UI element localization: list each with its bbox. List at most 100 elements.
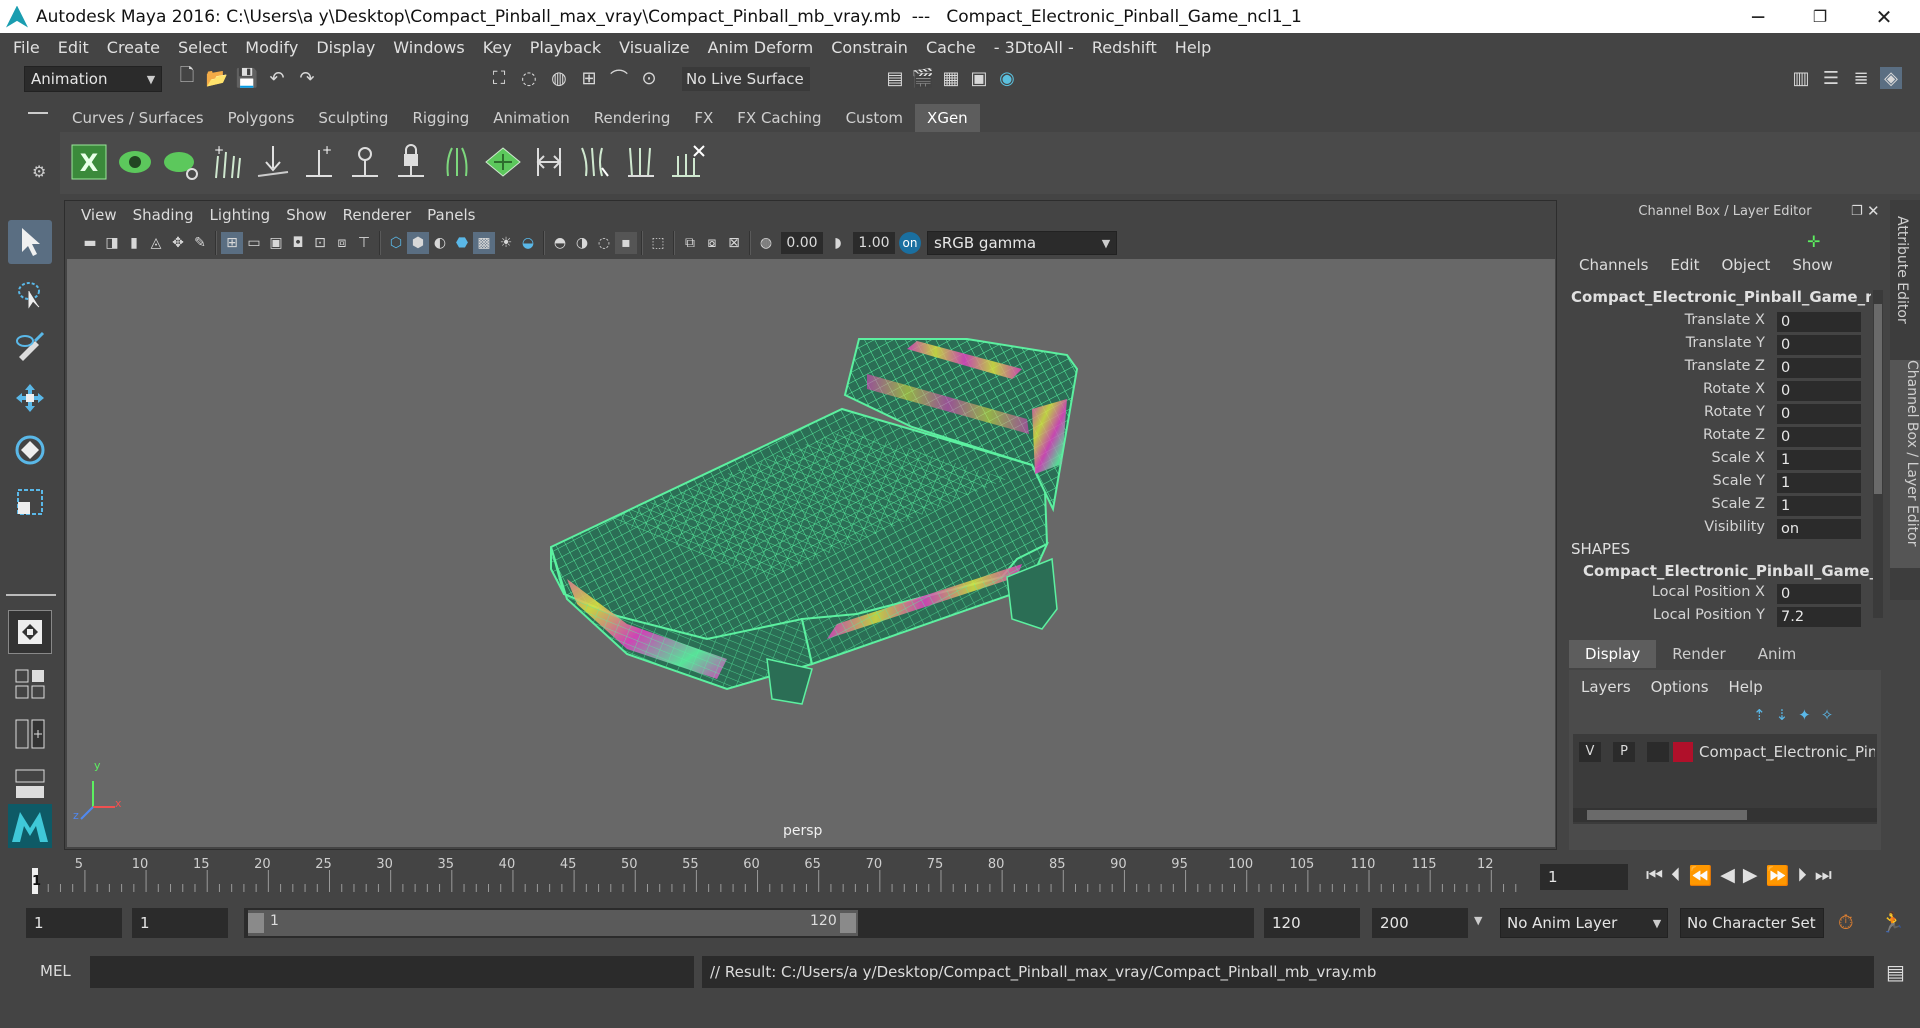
shape-node-name[interactable]: Compact_Electronic_Pinball_Game_n...: [1583, 562, 1873, 580]
menu-cache[interactable]: Cache: [917, 38, 985, 57]
gamma-icon[interactable]: ◗: [827, 232, 849, 254]
attr-value[interactable]: on: [1777, 519, 1861, 539]
attr-row[interactable]: Local Position X 0: [1565, 584, 1875, 606]
current-frame-field[interactable]: 1: [1540, 864, 1628, 890]
xray-icon[interactable]: ▩: [473, 232, 495, 254]
play-backwards-icon[interactable]: ◀: [1720, 864, 1735, 887]
layer-playback-toggle[interactable]: P: [1613, 742, 1635, 762]
script-language-toggle[interactable]: MEL: [40, 962, 71, 980]
paint-select-tool-icon[interactable]: [8, 324, 52, 368]
attr-row[interactable]: Scale X 1: [1565, 450, 1875, 472]
layer-display-type-toggle[interactable]: [1647, 742, 1669, 762]
render-view-icon[interactable]: ▣: [968, 67, 990, 89]
playback-end-field[interactable]: 120: [1264, 908, 1360, 938]
step-forward-key-icon[interactable]: ⏩: [1766, 864, 1790, 887]
attr-row[interactable]: Translate Y 0: [1565, 335, 1875, 357]
use-all-lights-icon[interactable]: ☀: [495, 232, 517, 254]
xgen-place-guide-icon[interactable]: [254, 142, 292, 182]
play-forwards-icon[interactable]: ▶: [1743, 864, 1758, 887]
menu-anim-deform[interactable]: Anim Deform: [699, 38, 823, 57]
move-layer-up-icon[interactable]: ⇡: [1753, 706, 1766, 724]
attr-row[interactable]: Rotate Y 0: [1565, 404, 1875, 426]
shelf-tab-rendering[interactable]: Rendering: [582, 104, 683, 132]
undo-icon[interactable]: ↶: [266, 67, 288, 89]
attr-value[interactable]: 0: [1777, 312, 1861, 332]
shelf-tab-fx-caching[interactable]: FX Caching: [725, 104, 833, 132]
range-slider-track[interactable]: 1 120: [244, 908, 1254, 938]
attr-value[interactable]: 0: [1777, 381, 1861, 401]
menu-3dtoall[interactable]: - 3DtoAll -: [985, 38, 1083, 57]
shelf-menu-icon[interactable]: [28, 112, 48, 114]
shelf-tab-animation[interactable]: Animation: [481, 104, 581, 132]
range-slider-handle[interactable]: 1 120: [248, 910, 858, 936]
two-d-pan-icon[interactable]: ✥: [167, 232, 189, 254]
menu-create[interactable]: Create: [98, 38, 169, 57]
step-back-frame-icon[interactable]: ⏴: [1671, 864, 1681, 887]
menu-file[interactable]: File: [4, 38, 49, 57]
end-options-chevron-icon[interactable]: ▼: [1474, 914, 1482, 927]
range-end-grip[interactable]: [840, 913, 856, 933]
auto-key-icon[interactable]: ⏱: [1838, 910, 1854, 934]
attr-value[interactable]: 7.2: [1777, 607, 1861, 627]
field-chart-icon[interactable]: ⊡: [309, 232, 331, 254]
menu-key[interactable]: Key: [474, 38, 521, 57]
attr-row[interactable]: Rotate X 0: [1565, 381, 1875, 403]
layer-tab-anim[interactable]: Anim: [1742, 640, 1813, 668]
attr-row[interactable]: Scale Z 1: [1565, 496, 1875, 518]
lasso-tool-icon[interactable]: [8, 272, 52, 316]
close-panel-icon[interactable]: ✕: [1867, 202, 1880, 220]
exposure-field[interactable]: 0.00: [781, 232, 823, 254]
color-management-icon[interactable]: on: [899, 232, 921, 254]
xgen-sculpt-layer-icon[interactable]: [484, 142, 522, 182]
resolution-gate-icon[interactable]: ▣: [265, 232, 287, 254]
menu-edit[interactable]: Edit: [49, 38, 98, 57]
four-view-layout-icon[interactable]: [8, 662, 52, 706]
layer-color-swatch[interactable]: [1673, 742, 1693, 762]
new-layer-icon[interactable]: ✦: [1798, 706, 1811, 724]
attr-value[interactable]: 1: [1777, 473, 1861, 493]
depth-of-field-icon[interactable]: ▪: [615, 232, 637, 254]
layer-hscrollbar[interactable]: [1573, 808, 1877, 822]
select-component-icon[interactable]: ◍: [548, 67, 570, 89]
xgen-rebuild-guides-icon[interactable]: [576, 142, 614, 182]
command-input[interactable]: [90, 956, 694, 988]
attr-value[interactable]: 0: [1777, 404, 1861, 424]
xgen-preview-eye-icon[interactable]: [116, 142, 154, 182]
animation-start-field[interactable]: 1: [26, 908, 122, 938]
xray-components-icon[interactable]: ⧇: [701, 232, 723, 254]
multisample-aa-icon[interactable]: ◌: [593, 232, 615, 254]
close-button[interactable]: ✕: [1856, 0, 1912, 33]
attribute-editor-side-tab[interactable]: Attribute Editor: [1894, 216, 1910, 324]
tool-settings-toggle-icon[interactable]: ≣: [1850, 67, 1872, 89]
new-scene-icon[interactable]: 🗋: [176, 65, 198, 89]
xgen-editor-icon[interactable]: X: [70, 142, 108, 182]
snap-point-icon[interactable]: ⊙: [638, 67, 660, 89]
motion-blur-icon[interactable]: ◑: [571, 232, 593, 254]
xgen-clear-preview-icon[interactable]: [162, 142, 200, 182]
character-set-dropdown[interactable]: No Character Set: [1680, 908, 1824, 938]
attr-value[interactable]: 0: [1777, 358, 1861, 378]
menu-redshift[interactable]: Redshift: [1083, 38, 1166, 57]
shelf-tab-rigging[interactable]: Rigging: [400, 104, 481, 132]
menu-visualize[interactable]: Visualize: [610, 38, 698, 57]
layer-row[interactable]: V P Compact_Electronic_Pinb: [1573, 740, 1877, 764]
attr-value[interactable]: 0: [1777, 427, 1861, 447]
range-start-grip[interactable]: [248, 913, 264, 933]
step-back-key-icon[interactable]: ⏪: [1689, 864, 1713, 887]
channel-scrollbar[interactable]: [1873, 290, 1883, 618]
attr-value[interactable]: 0: [1777, 584, 1861, 604]
menu-playback[interactable]: Playback: [521, 38, 610, 57]
layer-name[interactable]: Compact_Electronic_Pinb: [1699, 743, 1875, 761]
xgen-guide-tip-icon[interactable]: [346, 142, 384, 182]
attr-row[interactable]: Translate Z 0: [1565, 358, 1875, 380]
select-camera-icon[interactable]: ▬: [79, 232, 101, 254]
safe-title-icon[interactable]: ⊤: [353, 232, 375, 254]
rotate-tool-icon[interactable]: [8, 428, 52, 472]
channel-box-toggle-icon[interactable]: ◈: [1880, 67, 1902, 89]
xray-joints-icon[interactable]: ⧉: [679, 232, 701, 254]
manipulator-icon[interactable]: ✛: [1807, 232, 1820, 251]
film-gate-icon[interactable]: ▭: [243, 232, 265, 254]
layer-menu-layers[interactable]: Layers: [1581, 678, 1631, 696]
menu-modify[interactable]: Modify: [236, 38, 307, 57]
xgen-select-guide-icon[interactable]: +: [300, 142, 338, 182]
